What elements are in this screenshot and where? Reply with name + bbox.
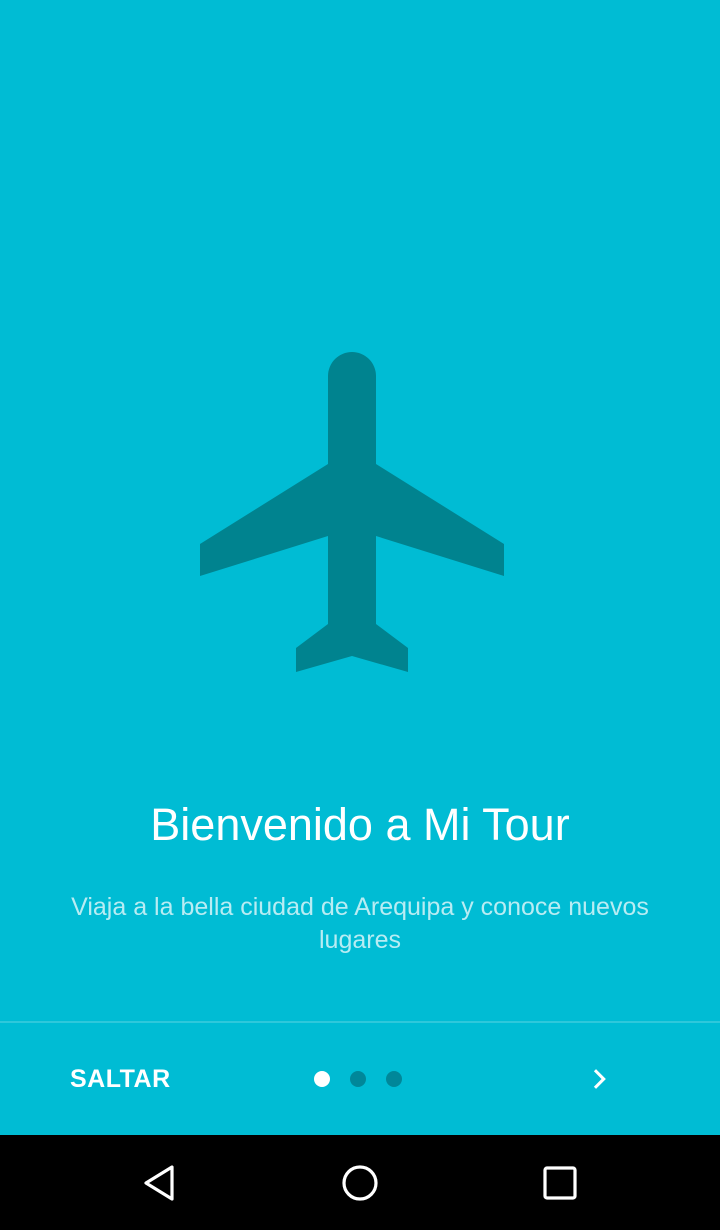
- airplane-icon: [200, 352, 504, 672]
- recents-button[interactable]: [530, 1155, 590, 1211]
- intro-title: Bienvenido a Mi Tour: [150, 799, 570, 850]
- intro-slide: Bienvenido a Mi Tour Viaja a la bella ci…: [0, 0, 720, 1022]
- home-button[interactable]: [330, 1155, 390, 1211]
- system-navigation-bar: [0, 1135, 720, 1230]
- page-dot-3: [386, 1071, 402, 1087]
- page-dot-1: [314, 1071, 330, 1087]
- page-indicator: [314, 1071, 402, 1087]
- skip-button[interactable]: SALTAR: [50, 1051, 191, 1107]
- page-dot-2: [350, 1071, 366, 1087]
- back-button[interactable]: [130, 1155, 190, 1211]
- recents-square-icon: [543, 1166, 577, 1200]
- chevron-right-icon: [593, 1069, 606, 1089]
- back-triangle-icon: [144, 1165, 174, 1201]
- intro-description: Viaja a la bella ciudad de Arequipa y co…: [71, 893, 649, 954]
- onboarding-screen: Bienvenido a Mi Tour Viaja a la bella ci…: [0, 0, 720, 1230]
- onboarding-controls: SALTAR: [0, 1023, 720, 1135]
- next-button[interactable]: [572, 1051, 628, 1107]
- home-circle-icon: [342, 1165, 378, 1201]
